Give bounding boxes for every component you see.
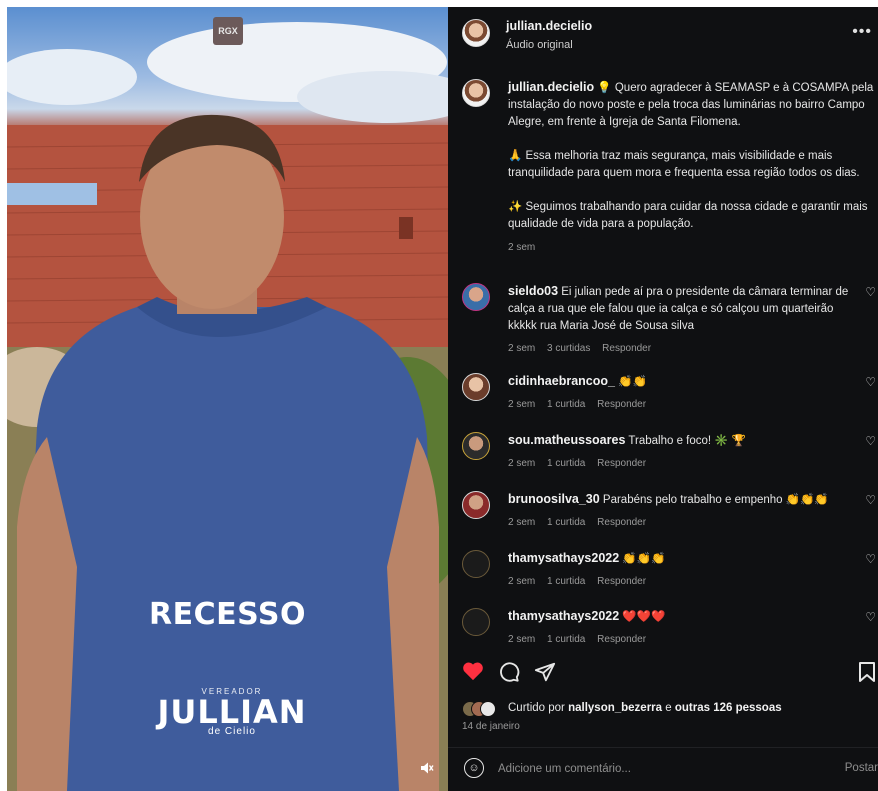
post-header: jullian.decielio Áudio original •••	[462, 19, 872, 59]
post-media[interactable]: RGX RECESSO VEREADOR JULLIAN de Cielio	[7, 7, 448, 791]
likes-middle: e	[662, 702, 675, 714]
liker-username[interactable]: nallyson_bezerra	[568, 702, 662, 714]
comment-time: 2 sem	[508, 399, 536, 410]
comment-time: 2 sem	[508, 634, 536, 645]
heart-outline-icon[interactable]: ♡	[865, 552, 876, 566]
avatar[interactable]	[462, 283, 490, 311]
reply-button[interactable]: Responder	[597, 399, 646, 410]
caption-text-3: ✨ Seguimos trabalhando para cuidar da no…	[508, 201, 868, 230]
avatar[interactable]	[462, 608, 490, 636]
comment-username[interactable]: sou.matheussoares	[508, 433, 625, 447]
comment-text: Ei julian pede aí pra o presidente da câ…	[508, 286, 849, 332]
comment-time: 2 sem	[508, 343, 536, 354]
video-title-overlay: RECESSO	[149, 597, 306, 632]
heart-outline-icon[interactable]: ♡	[865, 493, 876, 507]
comment-text: 👏👏👏	[622, 553, 666, 565]
comment-likes[interactable]: 1 curtida	[547, 458, 585, 469]
reply-button[interactable]: Responder	[597, 517, 646, 528]
post-details-panel: jullian.decielio Áudio original ••• jull…	[448, 7, 878, 791]
comment-time: 2 sem	[508, 517, 536, 528]
more-options-icon[interactable]: •••	[852, 23, 872, 41]
speech-bubble-icon[interactable]	[498, 661, 520, 688]
likes-count-link[interactable]: outras 126 pessoas	[675, 702, 782, 714]
comment-time: 2 sem	[508, 576, 536, 587]
muted-speaker-icon[interactable]	[416, 757, 438, 779]
comment-username[interactable]: cidinhaebrancoo_	[508, 374, 615, 388]
avatar[interactable]	[462, 79, 490, 107]
caption-text-2: 🙏 Essa melhoria traz mais segurança, mai…	[508, 150, 860, 179]
avatar[interactable]	[462, 432, 490, 460]
reply-button[interactable]: Responder	[597, 576, 646, 587]
comment-time: 2 sem	[508, 458, 536, 469]
comment-username[interactable]: thamysathays2022	[508, 551, 619, 565]
heart-outline-icon[interactable]: ♡	[865, 610, 876, 624]
comment-likes[interactable]: 1 curtida	[547, 634, 585, 645]
brand-logo: VEREADOR JULLIAN de Cielio	[147, 687, 317, 737]
reply-button[interactable]: Responder	[597, 458, 646, 469]
avatar[interactable]	[462, 19, 490, 47]
post-comment-button[interactable]: Postar	[845, 762, 878, 774]
post-photo	[7, 22, 448, 791]
comment-username[interactable]: thamysathays2022	[508, 609, 619, 623]
author-username[interactable]: jullian.decielio	[506, 19, 592, 33]
comment-text: 👏👏	[618, 376, 647, 388]
comment-text: ❤️❤️❤️	[622, 611, 666, 623]
post-actions	[462, 661, 876, 687]
comment-text: Parabéns pelo trabalho e empenho 👏👏👏	[602, 494, 829, 506]
heart-filled-icon[interactable]	[462, 661, 484, 686]
liker-avatars[interactable]	[462, 701, 496, 717]
likes-summary: Curtido por nallyson_bezerra e outras 12…	[462, 701, 872, 719]
emoji-icon[interactable]: ☺	[464, 758, 484, 778]
comment-input[interactable]	[498, 758, 798, 780]
brand-name-text: JULLIAN	[157, 693, 307, 731]
comment-likes[interactable]: 1 curtida	[547, 399, 585, 410]
likes-prefix: Curtido por	[508, 702, 569, 714]
comment-composer: ☺ Postar	[448, 747, 878, 791]
paper-plane-icon[interactable]	[534, 661, 556, 688]
caption-timestamp: 2 sem	[508, 242, 536, 253]
channel-badge: RGX	[213, 17, 243, 45]
reply-button[interactable]: Responder	[597, 634, 646, 645]
caption-username[interactable]: jullian.decielio	[508, 80, 594, 94]
heart-outline-icon[interactable]: ♡	[865, 285, 876, 299]
post-date: 14 de janeiro	[462, 721, 520, 732]
comment-likes[interactable]: 1 curtida	[547, 576, 585, 587]
brand-small-text: VEREADOR	[201, 687, 263, 696]
comment-likes[interactable]: 3 curtidas	[547, 343, 590, 354]
comment-text: Trabalho e foco! ✳️ 🏆	[628, 435, 747, 447]
heart-outline-icon[interactable]: ♡	[865, 375, 876, 389]
avatar[interactable]	[462, 373, 490, 401]
comment-likes[interactable]: 1 curtida	[547, 517, 585, 528]
comment-username[interactable]: brunoosilva_30	[508, 492, 600, 506]
comment-username[interactable]: sieldo03	[508, 284, 558, 298]
avatar[interactable]	[462, 491, 490, 519]
reply-button[interactable]: Responder	[602, 343, 651, 354]
audio-label[interactable]: Áudio original	[506, 39, 573, 51]
bookmark-icon[interactable]	[858, 661, 876, 688]
avatar[interactable]	[462, 550, 490, 578]
heart-outline-icon[interactable]: ♡	[865, 434, 876, 448]
